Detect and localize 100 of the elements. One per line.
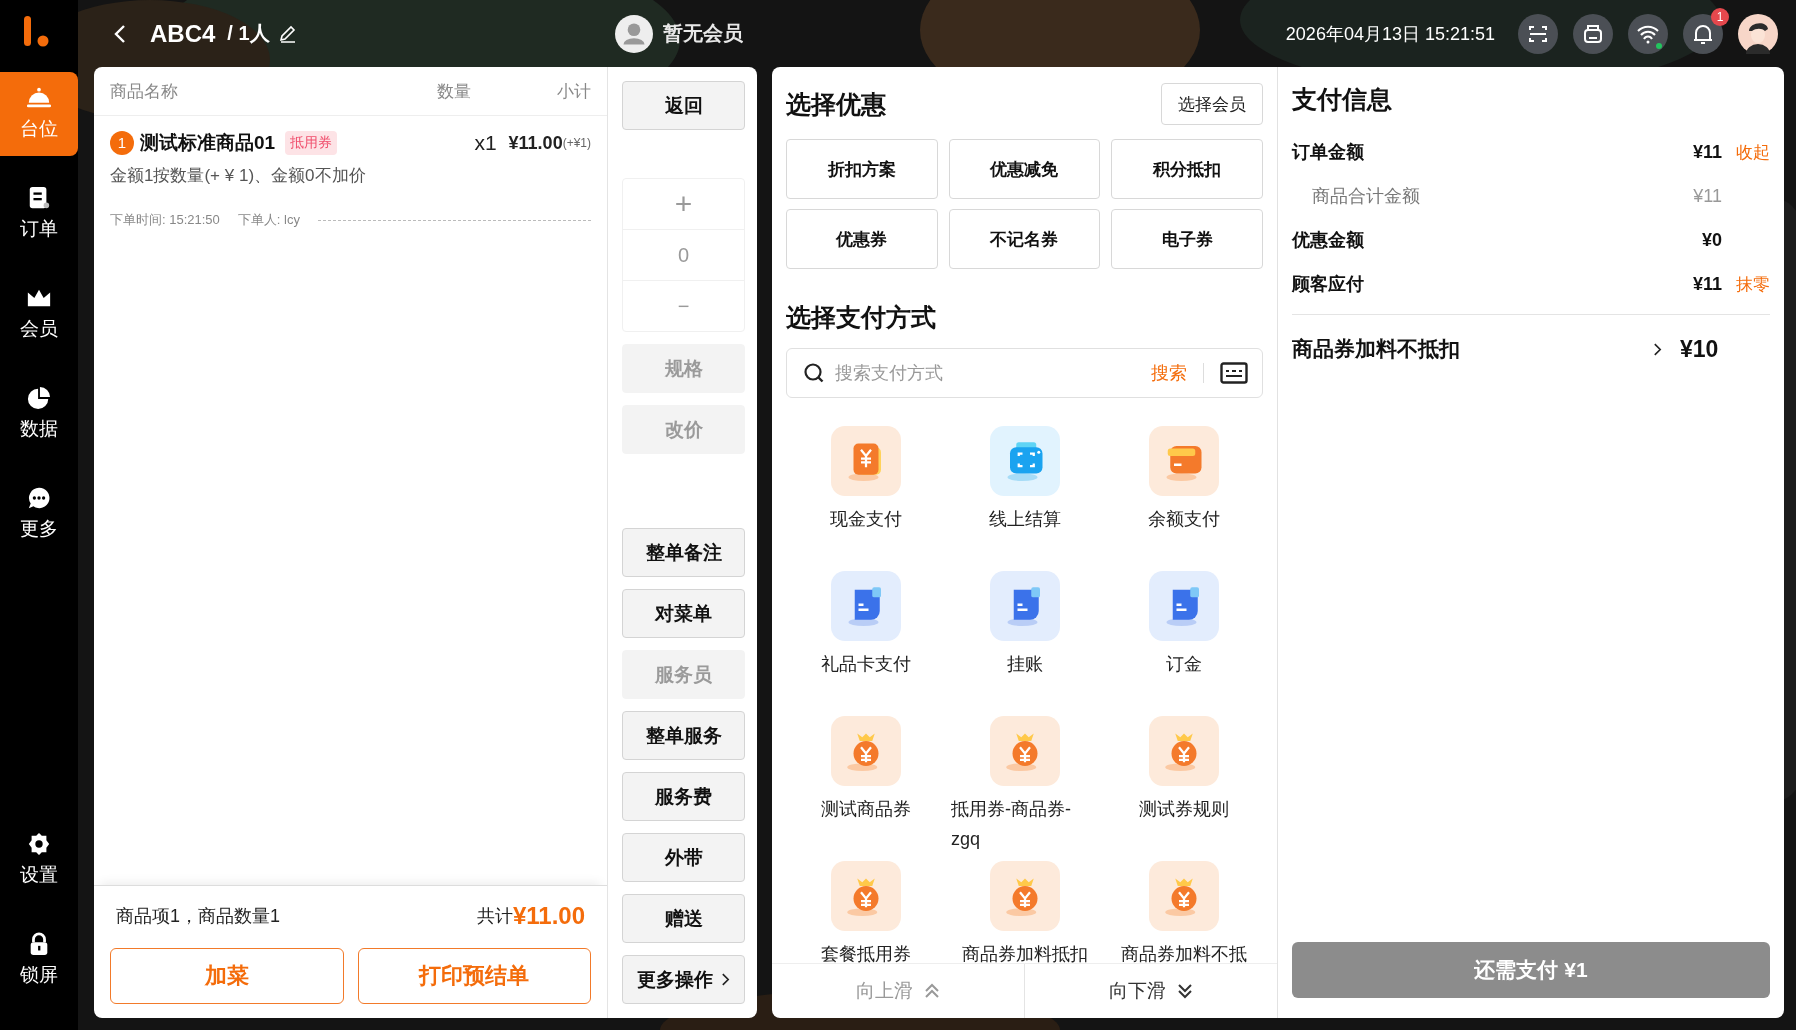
pencil-icon[interactable]	[277, 23, 298, 44]
amount-value: ¥11	[1692, 141, 1722, 163]
payment-method-label: 商品券加料抵扣	[960, 943, 1089, 963]
card-icon	[1148, 426, 1219, 496]
payment-method[interactable]: 礼品卡支付	[786, 571, 945, 716]
item-note: 金额1按数量(+ ¥ 1)、金额0不加价	[110, 165, 367, 187]
payment-method-label: 线上结算	[987, 508, 1062, 531]
sidebar-label: 设置	[20, 863, 58, 887]
payment-method-label: 套餐抵用券	[819, 943, 912, 963]
action-button[interactable]: 赠送	[622, 894, 745, 943]
price-surcharge: (+¥1)	[562, 136, 591, 150]
payment-method[interactable]: 测试商品券	[786, 716, 945, 861]
payment-method[interactable]: 商品券加料不抵	[1104, 861, 1263, 963]
section-title: 选择优惠	[786, 88, 886, 120]
cash-icon	[830, 426, 901, 496]
keyboard-icon[interactable]	[1220, 362, 1248, 384]
cloche-icon	[26, 86, 52, 110]
more-actions-button[interactable]: 更多操作	[622, 955, 745, 1004]
item-name: 测试标准商品01	[140, 131, 276, 155]
table-name: ABC4	[150, 19, 216, 48]
payment-method-label: 测试商品券	[819, 798, 912, 821]
date-time: 2026年04月13日 15:21:51	[1285, 22, 1495, 46]
discount-option-button[interactable]: 折扣方案	[786, 139, 938, 199]
money-bag-icon	[830, 861, 901, 931]
money-bag-icon	[1148, 716, 1219, 786]
discount-option-button[interactable]: 优惠减免	[948, 139, 1101, 199]
scroll-down-button[interactable]: 向下滑	[1024, 964, 1277, 1018]
sidebar-label: 订单	[20, 217, 58, 241]
guest-count: / 1人	[227, 21, 270, 46]
sidebar-item[interactable]: 会员	[0, 272, 78, 356]
payment-method[interactable]: 订金	[1104, 571, 1263, 716]
settings-icon	[26, 832, 52, 856]
payment-method[interactable]: 现金支付	[786, 426, 945, 571]
section-title: 选择支付方式	[786, 302, 937, 333]
money-bag-icon	[989, 861, 1060, 931]
sidebar-label: 数据	[20, 417, 58, 441]
column-header: 小计	[557, 80, 591, 103]
member-status: 暂无会员	[663, 21, 743, 46]
sidebar-item[interactable]: 锁屏	[0, 918, 78, 1002]
column-header: 商品名称	[110, 80, 179, 103]
action-button[interactable]: 服务费	[622, 772, 745, 821]
quantity-value: 0	[623, 230, 744, 281]
amount-value: ¥0	[1701, 229, 1722, 251]
payment-method[interactable]: 挂账	[945, 571, 1104, 716]
item-number: 1	[110, 131, 134, 155]
action-button[interactable]: 外带	[622, 833, 745, 882]
payment-method[interactable]: 套餐抵用券	[786, 861, 945, 963]
payment-method-label: 订金	[1164, 653, 1203, 676]
sidebar-label: 更多	[20, 517, 58, 541]
amount-label: 商品合计金额	[1311, 185, 1421, 208]
total-amount: ¥11.00	[512, 902, 585, 930]
back-icon[interactable]	[114, 23, 126, 44]
money-bag-icon	[830, 716, 901, 786]
document-icon	[989, 571, 1060, 641]
amount-label: 顾客应付	[1292, 273, 1365, 296]
printer-icon[interactable]	[1573, 13, 1613, 54]
payment-method-label: 商品券加料不抵	[1119, 943, 1248, 963]
payment-method-label: 余额支付	[1146, 508, 1221, 531]
action-button[interactable]: 整单服务	[622, 711, 745, 760]
sidebar-item[interactable]: 更多	[0, 472, 78, 556]
chevron-right-icon[interactable]	[1653, 341, 1662, 357]
action-button[interactable]: 整单备注	[622, 528, 745, 577]
discount-option-button[interactable]: 积分抵扣	[1111, 139, 1263, 199]
amount-value: ¥11	[1693, 185, 1722, 207]
order-summary: 商品项1，商品数量1	[116, 905, 282, 928]
discount-option-button[interactable]: 优惠券	[786, 209, 938, 269]
sidebar-item[interactable]: 数据	[0, 372, 78, 456]
amount-value: ¥11	[1692, 273, 1722, 295]
payment-method[interactable]: 商品券加料抵扣	[945, 861, 1104, 963]
payment-method[interactable]: 测试券规则	[1104, 716, 1263, 861]
sidebar-item[interactable]: 设置	[0, 818, 78, 902]
document-icon	[830, 571, 901, 641]
action-button[interactable]: 对菜单	[622, 589, 745, 638]
section-title: 支付信息	[1292, 84, 1393, 115]
column-header: 数量	[437, 80, 472, 103]
chat-icon	[26, 486, 52, 510]
bell-icon[interactable]	[1683, 13, 1723, 54]
amount-label: 优惠金额	[1292, 229, 1365, 252]
select-member-button[interactable]: 选择会员	[1161, 83, 1263, 125]
payment-method[interactable]: 抵用券-商品券-zgq	[945, 716, 1104, 861]
money-bag-icon	[1148, 861, 1219, 931]
sidebar-label: 锁屏	[20, 963, 58, 987]
pie-chart-icon	[26, 386, 52, 410]
avatar-icon[interactable]	[615, 14, 653, 53]
discount-option-button[interactable]: 电子券	[1111, 209, 1263, 269]
payment-method[interactable]: 线上结算	[945, 426, 1104, 571]
amount-label: 订单金额	[1292, 141, 1365, 164]
money-bag-icon	[989, 716, 1060, 786]
discount-option-button[interactable]: 不记名券	[948, 209, 1101, 269]
action-button[interactable]: 返回	[622, 81, 745, 130]
voucher-amount: ¥10	[1680, 335, 1720, 363]
sidebar-label: 会员	[20, 317, 58, 341]
user-avatar[interactable]	[1738, 13, 1778, 54]
search-icon	[803, 362, 825, 384]
sidebar-item[interactable]: 订单	[0, 172, 78, 256]
wifi-icon[interactable]	[1628, 13, 1668, 54]
chevron-right-icon	[721, 972, 730, 987]
item-quantity: x1	[474, 131, 497, 155]
scan-icon[interactable]	[1518, 13, 1558, 54]
payment-method[interactable]: 余额支付	[1104, 426, 1263, 571]
